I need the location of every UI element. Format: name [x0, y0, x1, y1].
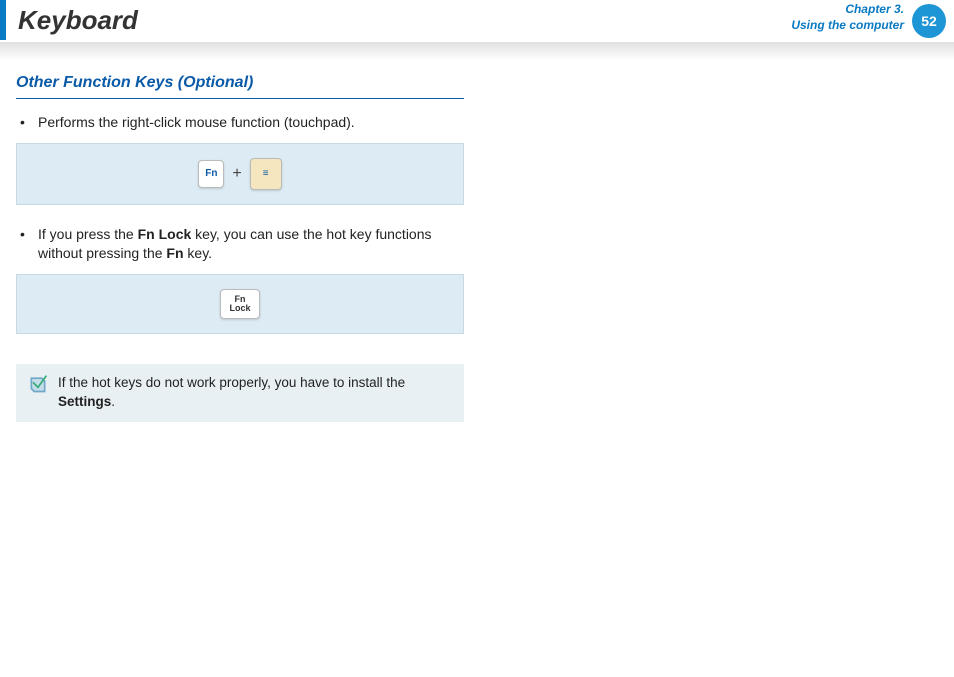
- header-shadow: [0, 42, 954, 60]
- header-bar: Keyboard Chapter 3. Using the computer 5…: [0, 0, 954, 40]
- note-box: If the hot keys do not work properly, yo…: [16, 364, 464, 422]
- chapter-line1: Chapter 3.: [791, 2, 904, 18]
- chapter-label: Chapter 3. Using the computer: [791, 2, 904, 33]
- bullet-list: Performs the right-click mouse function …: [16, 113, 464, 133]
- bullet2-post: key.: [184, 245, 213, 261]
- chapter-line2: Using the computer: [791, 18, 904, 34]
- key-combo-box-2: Fn Lock: [16, 274, 464, 334]
- note-icon: [28, 374, 48, 394]
- content-column: Other Function Keys (Optional) Performs …: [0, 60, 480, 436]
- fnlock-line2: Lock: [229, 304, 250, 313]
- menu-key-icon: ≡: [250, 158, 282, 190]
- bullet-list: If you press the Fn Lock key, you can us…: [16, 225, 464, 264]
- note-pre: If the hot keys do not work properly, yo…: [58, 375, 405, 390]
- list-item: Performs the right-click mouse function …: [16, 113, 464, 133]
- bullet2-b1: Fn Lock: [138, 226, 192, 242]
- plus-icon: +: [232, 165, 241, 183]
- note-text: If the hot keys do not work properly, yo…: [58, 374, 452, 412]
- key-combo-box-1: Fn + ≡: [16, 143, 464, 205]
- bullet2-pre: If you press the: [38, 226, 138, 242]
- note-bold: Settings: [58, 394, 111, 409]
- fn-key-icon: Fn: [198, 160, 224, 188]
- bullet2-b2: Fn: [166, 245, 183, 261]
- page-number-badge: 52: [912, 4, 946, 38]
- list-item: If you press the Fn Lock key, you can us…: [16, 225, 464, 264]
- menu-glyph-icon: ≡: [263, 169, 269, 179]
- note-post: .: [111, 394, 115, 409]
- section-heading: Other Function Keys (Optional): [16, 74, 464, 99]
- page-title: Keyboard: [18, 5, 138, 36]
- fnlock-key-icon: Fn Lock: [220, 289, 260, 319]
- bullet1-text: Performs the right-click mouse function …: [38, 114, 355, 130]
